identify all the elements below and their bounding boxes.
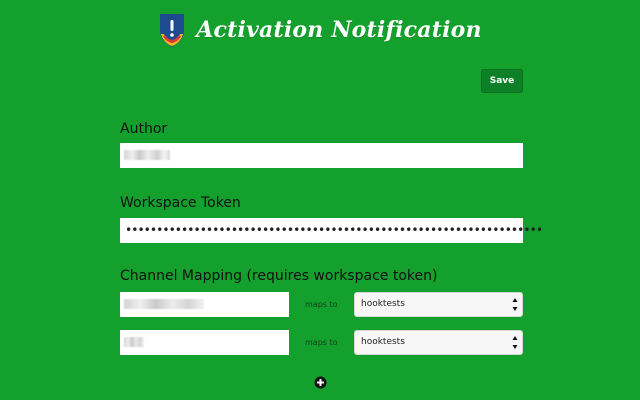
- app-header: Activation Notification: [0, 8, 640, 52]
- save-button[interactable]: Save: [481, 69, 523, 93]
- page-title: Activation Notification: [196, 17, 482, 43]
- author-label: Author: [120, 121, 168, 137]
- select-arrows-icon: [512, 336, 518, 349]
- channel-source-input-2[interactable]: [120, 330, 289, 355]
- author-value-redacted: [124, 150, 170, 160]
- channel-source-input-1[interactable]: [120, 292, 289, 317]
- maps-to-label-2: maps to: [305, 338, 338, 347]
- maps-to-label-1: maps to: [305, 300, 338, 309]
- channel-target-value-2: hooktests: [361, 337, 405, 347]
- channel-source-value-2-redacted: [124, 337, 144, 347]
- plus-circle-icon[interactable]: [314, 376, 327, 389]
- workspace-token-input[interactable]: ••••••••••••••••••••••••••••••••••••••••…: [120, 218, 543, 243]
- channel-mapping-label: Channel Mapping (requires workspace toke…: [120, 268, 438, 284]
- select-arrows-icon: [512, 298, 518, 311]
- channel-source-value-1-redacted: [124, 299, 204, 309]
- channel-target-select-2[interactable]: hooktests: [354, 330, 523, 355]
- workspace-token-label: Workspace Token: [120, 195, 241, 211]
- channel-target-value-1: hooktests: [361, 299, 405, 309]
- channel-target-select-1[interactable]: hooktests: [354, 292, 523, 317]
- workspace-token-value: ••••••••••••••••••••••••••••••••••••••••…: [125, 223, 543, 237]
- shield-icon: [160, 14, 185, 47]
- author-input[interactable]: [120, 143, 523, 168]
